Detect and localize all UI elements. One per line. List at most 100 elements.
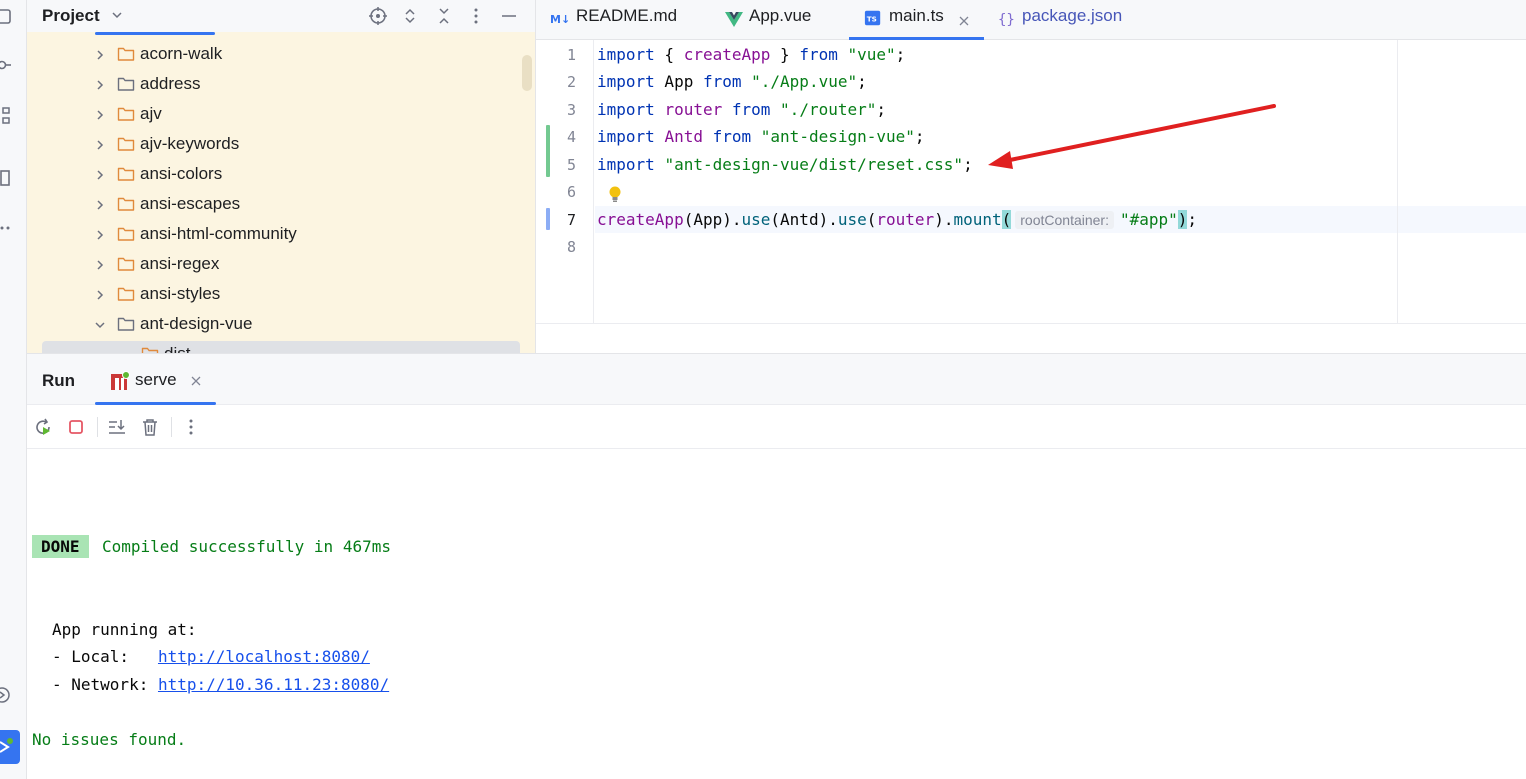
- chevron-right-icon[interactable]: [93, 78, 107, 92]
- expand-all-icon[interactable]: [399, 5, 421, 27]
- code-editor[interactable]: 1 2 3 4 5 6 7 8 import { createApp } fro…: [536, 40, 1526, 353]
- close-icon[interactable]: [190, 374, 202, 386]
- app-running-label: App running at:: [52, 620, 197, 639]
- tree-item[interactable]: acorn-walk: [27, 40, 535, 70]
- collapse-all-icon[interactable]: [433, 5, 455, 27]
- vcs-added-marker[interactable]: [546, 125, 550, 177]
- tree-item[interactable]: dist: [27, 340, 535, 353]
- markdown-icon: M↓: [550, 9, 570, 29]
- tree-item-label: dist: [164, 344, 190, 353]
- console-output[interactable]: DONE Compiled successfully in 467ms App …: [27, 449, 1526, 779]
- tab-readme[interactable]: M↓ README.md: [550, 0, 700, 40]
- right-margin-guide: [1397, 40, 1398, 324]
- tree-selection-indicator: [95, 32, 215, 35]
- chevron-right-icon[interactable]: [93, 168, 107, 182]
- folder-icon: [117, 286, 135, 302]
- chevron-right-icon[interactable]: [93, 228, 107, 242]
- compiled-message: Compiled successfully in 467ms: [102, 537, 391, 556]
- tree-item[interactable]: ansi-regex: [27, 250, 535, 280]
- code-line-5: import "ant-design-vue/dist/reset.css";: [597, 155, 973, 174]
- minimize-icon[interactable]: [498, 5, 520, 27]
- toolbar-separator: [97, 417, 98, 437]
- tab-package-json[interactable]: {} package.json: [998, 0, 1148, 40]
- tree-item[interactable]: ant-design-vue: [27, 310, 535, 340]
- tree-item-label: acorn-walk: [140, 44, 223, 63]
- typescript-icon: TS: [864, 9, 884, 29]
- chevron-right-icon[interactable]: [93, 258, 107, 272]
- tree-item-label: ansi-html-community: [140, 224, 297, 243]
- rerun-icon[interactable]: [32, 416, 54, 438]
- run-tool-icon[interactable]: [0, 730, 20, 764]
- lightbulb-icon[interactable]: [606, 184, 624, 204]
- code-line-2: import App from "./App.vue";: [597, 72, 867, 91]
- line-number: 5: [566, 156, 576, 174]
- line-number: 7: [566, 211, 576, 229]
- tree-item[interactable]: ansi-escapes: [27, 190, 535, 220]
- project-pane: Project acorn-walk address ajv ajv-keywords…: [27, 0, 536, 353]
- line-number: 6: [566, 183, 576, 201]
- tab-label: App.vue: [749, 6, 812, 25]
- commit-tool-icon[interactable]: [0, 55, 12, 75]
- editor-gutter: 1 2 3 4 5 6 7 8: [536, 40, 594, 324]
- tree-item-label: ansi-regex: [140, 254, 220, 273]
- code-line-3: import router from "./router";: [597, 100, 887, 119]
- local-url-link[interactable]: http://localhost:8080/: [158, 647, 370, 666]
- project-header: Project: [27, 0, 535, 32]
- line-number: 4: [566, 128, 576, 146]
- folder-icon: [117, 196, 135, 212]
- more-options-icon[interactable]: [180, 416, 202, 438]
- folder-tool-icon[interactable]: [0, 6, 12, 26]
- chevron-right-icon[interactable]: [93, 288, 107, 302]
- network-url-link[interactable]: http://10.36.11.23:8080/: [158, 675, 389, 694]
- chevron-right-icon[interactable]: [93, 48, 107, 62]
- code-line-1: import { createApp } from "vue";: [597, 45, 906, 64]
- folder-icon: [117, 46, 135, 62]
- editor-divider: [536, 323, 1526, 324]
- tree-item[interactable]: ansi-styles: [27, 280, 535, 310]
- line-number: 2: [566, 73, 576, 91]
- folder-icon: [117, 316, 135, 332]
- tree-item[interactable]: ajv-keywords: [27, 130, 535, 160]
- chevron-right-icon[interactable]: [93, 198, 107, 212]
- more-options-icon[interactable]: [465, 5, 487, 27]
- folder-icon: [117, 106, 135, 122]
- tree-item-label: ansi-escapes: [140, 194, 241, 213]
- trash-icon[interactable]: [139, 416, 161, 438]
- folder-icon: [117, 136, 135, 152]
- tab-app-vue[interactable]: App.vue: [724, 0, 834, 40]
- structure-tool-icon[interactable]: [0, 106, 12, 126]
- tree-item[interactable]: ansi-html-community: [27, 220, 535, 250]
- tab-main-ts[interactable]: TS main.ts: [864, 0, 976, 40]
- tree-item-label: ajv: [140, 104, 162, 123]
- network-label: - Network:: [52, 675, 158, 694]
- scroll-to-end-icon[interactable]: [106, 416, 128, 438]
- bookmarks-tool-icon[interactable]: [0, 168, 12, 188]
- chevron-down-icon[interactable]: [110, 8, 124, 22]
- npm-run-icon: [110, 371, 130, 391]
- stop-icon[interactable]: [65, 416, 87, 438]
- locate-file-icon[interactable]: [367, 5, 389, 27]
- folder-icon: [141, 346, 159, 353]
- close-icon[interactable]: [958, 14, 970, 26]
- editor-tab-bar: M↓ README.md App.vue TS main.ts {} packa…: [536, 0, 1526, 40]
- project-title[interactable]: Project: [42, 6, 100, 26]
- console-line-local: - Local: http://localhost:8080/: [52, 647, 370, 666]
- tree-item[interactable]: address: [27, 70, 535, 100]
- more-tools-icon[interactable]: [0, 218, 12, 238]
- line-number: 1: [566, 46, 576, 64]
- tab-label: README.md: [576, 6, 678, 25]
- vcs-modified-marker[interactable]: [546, 208, 550, 230]
- folder-icon: [117, 256, 135, 272]
- tree-item[interactable]: ansi-colors: [27, 160, 535, 190]
- toolbar-separator: [171, 417, 172, 437]
- chevron-right-icon[interactable]: [93, 108, 107, 122]
- local-label: - Local:: [52, 647, 158, 666]
- svg-text:{}: {}: [998, 12, 1015, 28]
- chevron-right-icon[interactable]: [93, 138, 107, 152]
- services-tool-icon[interactable]: [0, 685, 12, 705]
- tree-item[interactable]: ajv: [27, 100, 535, 130]
- chevron-down-icon[interactable]: [93, 318, 107, 332]
- run-tab-label: serve: [135, 370, 177, 389]
- tree-item-label: ansi-colors: [140, 164, 223, 183]
- run-tab-serve[interactable]: serve: [95, 354, 216, 406]
